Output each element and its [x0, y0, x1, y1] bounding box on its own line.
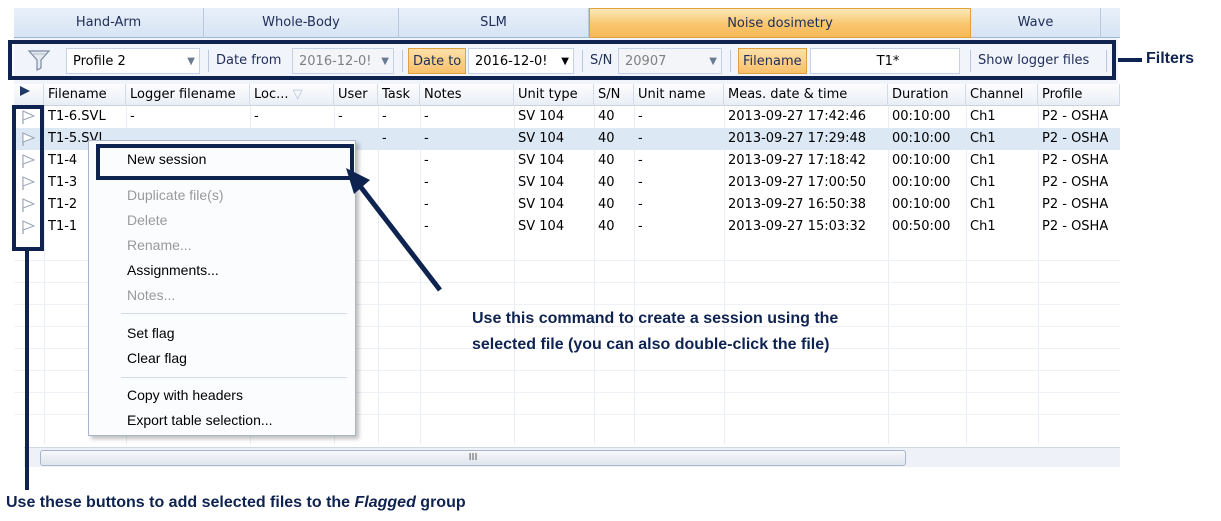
flag-annotation-prefix: Use these buttons to add selected files …: [6, 494, 355, 511]
flag-connector: [25, 250, 29, 490]
flag-annotation: Use these buttons to add selected files …: [6, 494, 466, 512]
callout-arrow: [346, 168, 442, 292]
flag-annotation-italic: Flagged: [354, 494, 416, 511]
flag-buttons-highlight-box: [12, 105, 44, 251]
new-session-annotation-line2: selected file (you can also double-click…: [472, 336, 830, 353]
new-session-annotation-line1: Use this command to create a session usi…: [472, 310, 839, 327]
flag-annotation-suffix: group: [415, 494, 466, 511]
